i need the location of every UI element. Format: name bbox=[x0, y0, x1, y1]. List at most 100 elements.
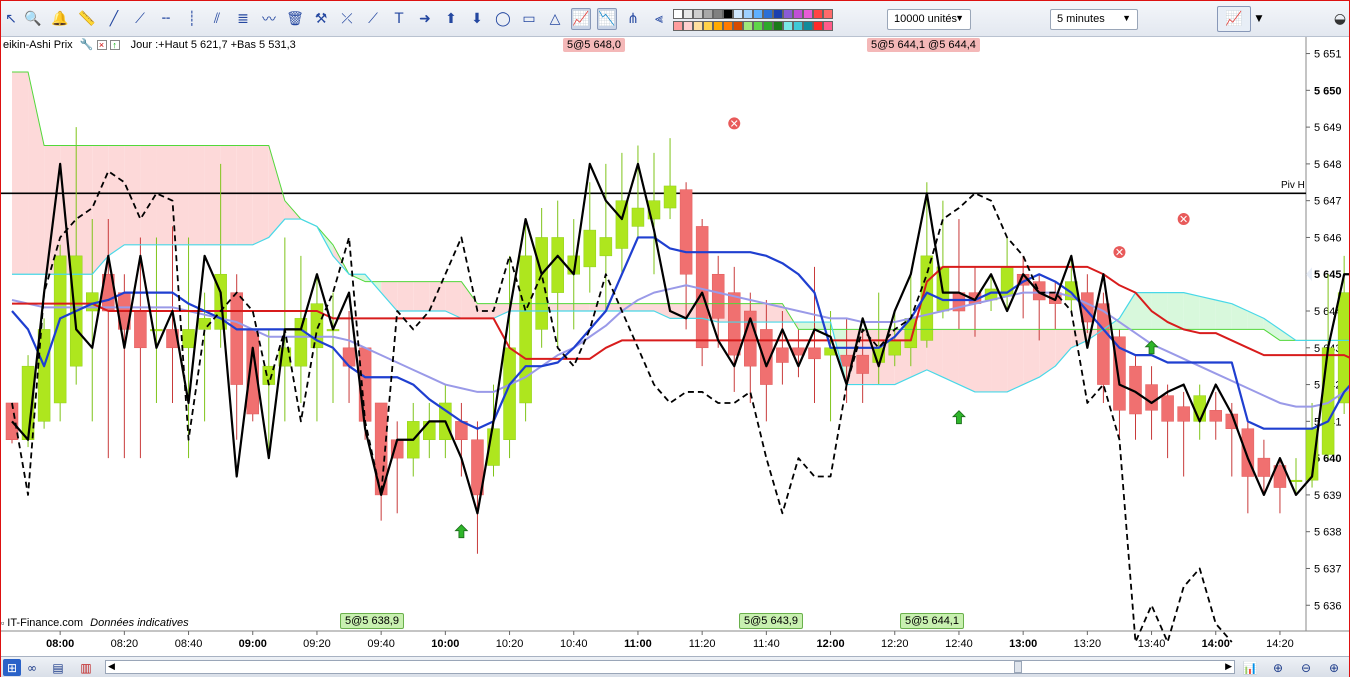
chart-type-icon[interactable]: 📊 bbox=[1241, 659, 1259, 676]
color-swatch[interactable] bbox=[713, 21, 723, 31]
time-tick-label: 09:40 bbox=[367, 638, 395, 650]
time-scrollbar[interactable]: ◀ ▶ bbox=[105, 660, 1235, 674]
color-swatch[interactable] bbox=[813, 9, 823, 19]
zoom-reset-icon[interactable]: ∞ bbox=[23, 659, 41, 676]
color-swatch[interactable] bbox=[753, 21, 763, 31]
arrow-down-icon[interactable]: ⬇ bbox=[467, 8, 487, 30]
sell-cross-glyph: ✕ bbox=[1179, 213, 1188, 226]
triangle-tool-icon[interactable]: △ bbox=[545, 8, 565, 30]
vertical-line-icon[interactable]: ┊ bbox=[182, 8, 202, 30]
arrow-up-icon[interactable]: ⬆ bbox=[441, 8, 461, 30]
color-swatch[interactable] bbox=[763, 21, 773, 31]
price-tick-label: 5 646 bbox=[1314, 232, 1342, 244]
add-indicator-icon[interactable]: ↑ bbox=[109, 40, 120, 50]
indicator-icon[interactable]: ▥ bbox=[77, 659, 95, 676]
color-swatch[interactable] bbox=[673, 21, 683, 31]
scroll-left-icon[interactable]: ◀ bbox=[108, 661, 115, 672]
trash-icon[interactable]: 🗑 bbox=[285, 8, 305, 30]
ichimoku-cloud-segment bbox=[1023, 329, 1040, 385]
andrews-pitchfork-icon[interactable]: ⋔ bbox=[623, 8, 643, 30]
color-swatch[interactable] bbox=[753, 9, 763, 19]
color-swatch[interactable] bbox=[733, 21, 743, 31]
order-tag-bottom[interactable]: 5@5 638,9 bbox=[340, 613, 404, 629]
line-tool-icon[interactable]: ╱ bbox=[104, 8, 124, 30]
order-tag-bottom[interactable]: 5@5 643,9 bbox=[739, 613, 803, 629]
ichimoku-cloud-segment bbox=[798, 322, 815, 330]
shapes-panel-button[interactable]: ◒ bbox=[1331, 7, 1349, 31]
channel-tool-icon[interactable]: ⫽ bbox=[207, 8, 227, 30]
color-swatch[interactable] bbox=[683, 9, 693, 19]
zoom-fit-icon[interactable]: ⊕ bbox=[1269, 659, 1287, 676]
scroll-right-icon[interactable]: ▶ bbox=[1225, 661, 1232, 672]
order-tag-top[interactable]: 5@5 648,0 bbox=[563, 38, 625, 52]
trend-line-tool-icon[interactable]: 📈 bbox=[571, 8, 591, 30]
color-swatch[interactable] bbox=[793, 9, 803, 19]
time-tick-label: 13:40 bbox=[1138, 638, 1166, 650]
zoom-out-icon[interactable]: ⊖ bbox=[1297, 659, 1315, 676]
slash-line-icon[interactable]: ⟋ bbox=[363, 8, 383, 30]
ray-tool-icon[interactable]: ⟋ bbox=[130, 8, 150, 30]
pointer-icon[interactable]: ↖ bbox=[1, 8, 21, 30]
order-tag-top[interactable]: 5@5 644,1 @5 644,4 bbox=[867, 38, 980, 52]
color-swatch[interactable] bbox=[673, 9, 683, 19]
time-tick-label: 11:20 bbox=[689, 638, 716, 650]
color-swatch[interactable] bbox=[743, 9, 753, 19]
candle-body bbox=[1209, 410, 1222, 422]
color-swatch[interactable] bbox=[773, 9, 783, 19]
tools-icon[interactable]: ⚒ bbox=[311, 8, 331, 30]
color-swatch[interactable] bbox=[703, 9, 713, 19]
gann-fan-icon[interactable]: ⫷ bbox=[649, 8, 669, 30]
ruler-icon[interactable]: 📏 bbox=[77, 8, 97, 30]
order-tag-bottom[interactable]: 5@5 644,1 bbox=[900, 613, 964, 629]
color-swatch[interactable] bbox=[733, 9, 743, 19]
text-tool-icon[interactable]: T bbox=[389, 8, 409, 30]
zoom-icon[interactable]: 🔍 bbox=[23, 8, 43, 30]
color-swatch[interactable] bbox=[763, 9, 773, 19]
color-swatch[interactable] bbox=[823, 9, 833, 19]
pivot-label: Piv H bbox=[1281, 180, 1305, 191]
color-swatch[interactable] bbox=[683, 21, 693, 31]
zoom-in-icon[interactable]: ⊕ bbox=[1325, 659, 1343, 676]
color-swatch[interactable] bbox=[713, 9, 723, 19]
candle-body bbox=[808, 347, 821, 360]
ellipse-tool-icon[interactable]: ◯ bbox=[493, 8, 513, 30]
color-swatch[interactable] bbox=[703, 21, 713, 31]
color-swatch[interactable] bbox=[723, 9, 733, 19]
units-select[interactable]: 10000 unités ▼ bbox=[887, 9, 971, 30]
scrollbar-thumb[interactable] bbox=[1014, 661, 1022, 673]
timeframe-select[interactable]: 5 minutes ▼ bbox=[1050, 9, 1138, 30]
color-swatch[interactable] bbox=[743, 21, 753, 31]
rectangle-tool-icon[interactable]: ▭ bbox=[519, 8, 539, 30]
color-swatch[interactable] bbox=[783, 9, 793, 19]
color-swatch[interactable] bbox=[693, 9, 703, 19]
color-swatch[interactable] bbox=[803, 9, 813, 19]
horizontal-line-icon[interactable]: ╌ bbox=[156, 8, 176, 30]
ichimoku-cloud-segment bbox=[493, 303, 510, 319]
remove-indicator-icon[interactable]: × bbox=[96, 40, 107, 50]
settings-wrench-icon[interactable]: 🔧 bbox=[80, 38, 94, 51]
color-swatch[interactable] bbox=[773, 21, 783, 31]
cross-line-icon[interactable]: ⤫ bbox=[337, 8, 357, 30]
price-chart[interactable]: 5 651 5 650 5 649 5 648 5 647 5 646 5 645 5 644… bbox=[1, 37, 1349, 656]
alert-bell-icon[interactable]: 🔔 bbox=[50, 8, 70, 30]
timeframe-icon[interactable]: ⊞ bbox=[3, 659, 21, 676]
regression-tool-icon[interactable]: 📉 bbox=[597, 8, 617, 30]
time-tick-label: 10:00 bbox=[431, 638, 459, 650]
color-swatch[interactable] bbox=[693, 21, 703, 31]
candle-body bbox=[1337, 292, 1349, 404]
chart-style-menu-button[interactable]: ▼ bbox=[1252, 6, 1266, 32]
zigzag-icon[interactable]: 〰 bbox=[259, 8, 279, 30]
color-swatch[interactable] bbox=[813, 21, 823, 31]
candle-body bbox=[1097, 303, 1110, 385]
fibonacci-icon[interactable]: ≣ bbox=[233, 8, 253, 30]
shapes-icon: ◒ bbox=[1333, 11, 1347, 27]
color-swatch[interactable] bbox=[803, 21, 813, 31]
color-swatch[interactable] bbox=[793, 21, 803, 31]
calendar-icon[interactable]: ▤ bbox=[49, 659, 67, 676]
chart-style-button[interactable]: 📈 bbox=[1217, 6, 1251, 32]
color-swatch[interactable] bbox=[783, 21, 793, 31]
arrow-right-icon[interactable]: ➜ bbox=[415, 8, 435, 30]
color-swatch[interactable] bbox=[823, 21, 833, 31]
chart-canvas[interactable]: 5 6515 6505 6495 6485 6475 6465 6455 644… bbox=[1, 37, 1349, 656]
color-swatch[interactable] bbox=[723, 21, 733, 31]
